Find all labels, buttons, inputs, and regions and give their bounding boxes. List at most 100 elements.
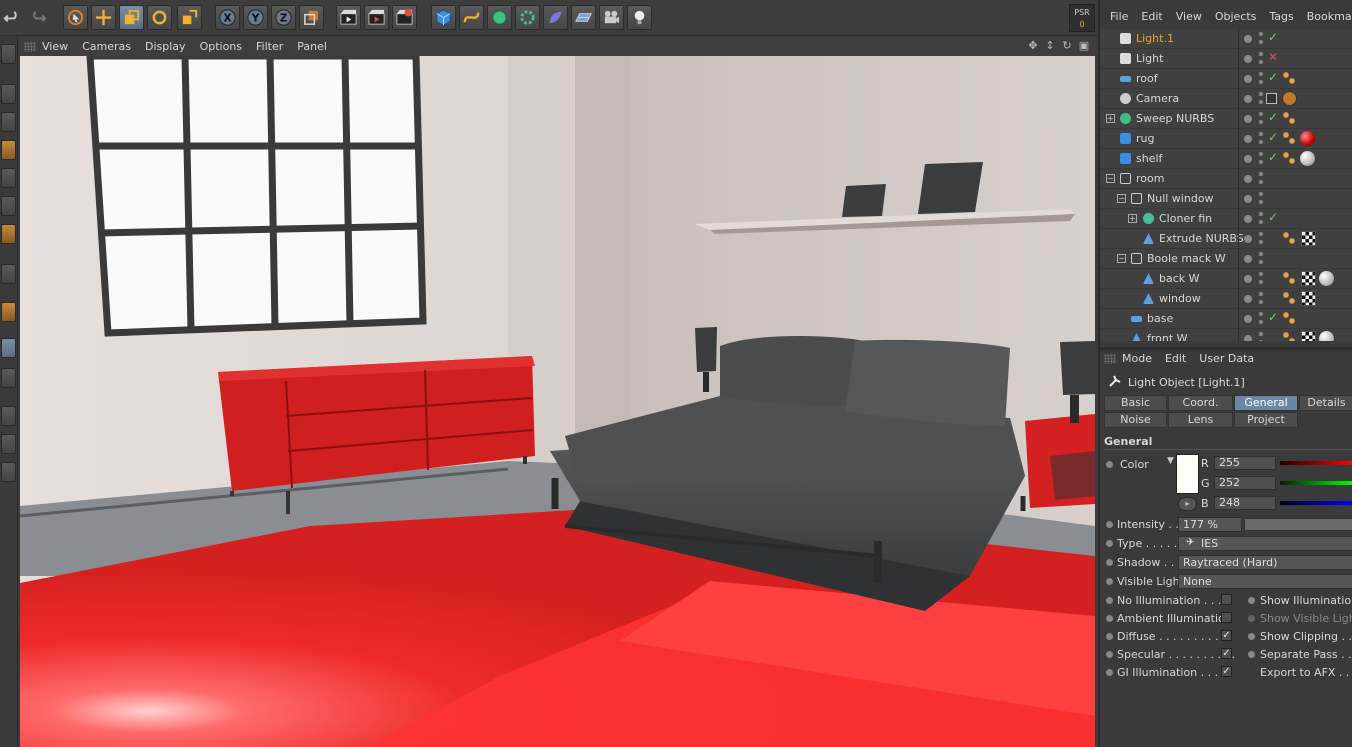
cube-icon[interactable] (431, 5, 456, 30)
scene-icon[interactable] (571, 5, 596, 30)
menu-edit[interactable]: Edit (1165, 352, 1186, 365)
tab-project[interactable]: Project (1234, 412, 1298, 428)
r-slider[interactable] (1280, 461, 1352, 465)
animation-dot-icon[interactable] (1106, 669, 1113, 676)
texture-tag-icon[interactable] (1301, 291, 1316, 306)
menu-cameras[interactable]: Cameras (82, 40, 131, 53)
animation-dot-icon[interactable] (1106, 578, 1113, 585)
render-view-icon[interactable] (336, 5, 361, 30)
enabled-check-icon[interactable]: ✓ (1268, 130, 1278, 144)
grip-handle[interactable] (1104, 353, 1116, 364)
object-row-null-window[interactable]: − Null window (1100, 189, 1352, 209)
spline-icon[interactable] (459, 5, 484, 30)
phong-tag-icon[interactable] (1282, 151, 1297, 166)
b-slider[interactable] (1280, 501, 1352, 505)
collapse-icon[interactable]: − (1106, 174, 1115, 183)
make-editable-icon[interactable] (1, 44, 16, 64)
tab-general[interactable]: General (1234, 395, 1298, 411)
workplane-icon[interactable] (1, 368, 16, 388)
menu-mode[interactable]: Mode (1122, 352, 1152, 365)
move-icon[interactable] (91, 5, 116, 30)
object-row-camera[interactable]: Camera (1100, 89, 1352, 109)
live-selection-icon[interactable] (63, 5, 88, 30)
dropdown-arrow-icon[interactable]: ▼ (1167, 456, 1174, 466)
deformer-icon[interactable] (543, 5, 568, 30)
object-row-shelf[interactable]: shelf ✓ (1100, 149, 1352, 169)
object-row-cloner-fin[interactable]: + Cloner fin ✓ (1100, 209, 1352, 229)
light-icon[interactable] (627, 5, 652, 30)
enable-axis-icon[interactable] (1, 264, 16, 284)
enabled-check-icon[interactable]: ✓ (1268, 210, 1278, 224)
texture-tag-icon[interactable] (1301, 231, 1316, 246)
menu-file[interactable]: File (1110, 10, 1128, 23)
pan-icon[interactable]: ✥ (1026, 39, 1040, 53)
phong-tag-icon[interactable] (1282, 71, 1297, 86)
material-tag-icon[interactable] (1300, 151, 1315, 166)
menu-user-data[interactable]: User Data (1199, 352, 1254, 365)
grip-handle[interactable] (24, 41, 36, 52)
diffuse-checkbox[interactable]: ✓ (1221, 630, 1232, 641)
solo-icon[interactable] (1, 462, 16, 482)
protection-tag-icon[interactable] (1282, 91, 1297, 106)
animation-dot-icon[interactable] (1106, 615, 1113, 622)
scale-icon[interactable] (119, 5, 144, 30)
enabled-check-icon[interactable]: ✓ (1268, 310, 1278, 324)
expand-icon[interactable]: + (1106, 114, 1115, 123)
undo-icon[interactable] (0, 5, 25, 30)
g-slider[interactable] (1280, 481, 1352, 485)
phong-tag-icon[interactable] (1282, 311, 1297, 326)
g-field[interactable]: 252 (1214, 476, 1276, 490)
enabled-check-icon[interactable]: ✓ (1268, 110, 1278, 124)
object-row-boole-mack-w[interactable]: − Boole mack W (1100, 249, 1352, 269)
x-axis-icon[interactable]: X (215, 5, 240, 30)
tab-noise[interactable]: Noise (1104, 412, 1167, 428)
animation-dot-icon[interactable] (1106, 597, 1113, 604)
menu-view[interactable]: View (42, 40, 68, 53)
expand-icon[interactable]: + (1128, 214, 1137, 223)
object-row-window[interactable]: window (1100, 289, 1352, 309)
object-row-roof[interactable]: roof ✓ (1100, 69, 1352, 89)
texture-mode-icon[interactable] (1, 112, 16, 132)
object-row-light[interactable]: Light ✕ (1100, 49, 1352, 69)
collapse-icon[interactable]: − (1117, 194, 1126, 203)
enabled-check-icon[interactable]: ✓ (1268, 70, 1278, 84)
coordinate-system-icon[interactable] (299, 5, 324, 30)
camera-icon[interactable] (599, 5, 624, 30)
animation-dot-icon[interactable] (1248, 633, 1255, 640)
enabled-check-icon[interactable]: ✓ (1268, 150, 1278, 164)
animation-dot-icon[interactable] (1106, 651, 1113, 658)
object-row-front-w[interactable]: front W (1100, 329, 1352, 341)
no-illumination-checkbox[interactable] (1221, 594, 1232, 605)
texture-tag-icon[interactable] (1301, 331, 1316, 341)
snapping-icon[interactable] (1, 338, 16, 358)
object-row-room[interactable]: − room (1100, 169, 1352, 189)
object-row-back-w[interactable]: back W (1100, 269, 1352, 289)
color-mode-button[interactable]: ▸ (1178, 497, 1197, 511)
polygon-mode-icon[interactable] (1, 224, 16, 244)
animation-dot-icon[interactable] (1248, 597, 1255, 604)
locked-workplane-icon[interactable] (1, 406, 16, 426)
animation-dot-icon[interactable] (1248, 615, 1255, 622)
animation-dot-icon[interactable] (1106, 461, 1113, 468)
z-axis-icon[interactable]: Z (271, 5, 296, 30)
edge-mode-icon[interactable] (1, 196, 16, 216)
object-row-base[interactable]: base ✓ (1100, 309, 1352, 329)
collapse-icon[interactable]: − (1117, 254, 1126, 263)
enabled-check-icon[interactable]: ✓ (1268, 30, 1278, 44)
intensity-field[interactable]: 177 % (1178, 517, 1242, 532)
gi-illumination-checkbox[interactable]: ✓ (1221, 666, 1232, 677)
psr-indicator[interactable]: PSR 0 (1069, 4, 1095, 32)
orbit-icon[interactable]: ↻ (1060, 39, 1074, 53)
visible-light-dropdown[interactable]: None (1178, 574, 1352, 589)
model-mode-icon[interactable] (1, 84, 16, 104)
animation-dot-icon[interactable] (1248, 651, 1255, 658)
menu-view[interactable]: View (1176, 10, 1202, 23)
axis-mode-icon[interactable] (1, 140, 16, 160)
shadow-dropdown[interactable]: Raytraced (Hard) (1178, 555, 1352, 570)
tab-lens[interactable]: Lens (1168, 412, 1233, 428)
object-row-light-1[interactable]: Light.1 ✓ (1100, 29, 1352, 49)
menu-options[interactable]: Options (200, 40, 242, 53)
specular-checkbox[interactable]: ✓ (1221, 648, 1232, 659)
tweak-mode-icon[interactable] (1, 302, 16, 322)
animation-dot-icon[interactable] (1106, 540, 1113, 547)
